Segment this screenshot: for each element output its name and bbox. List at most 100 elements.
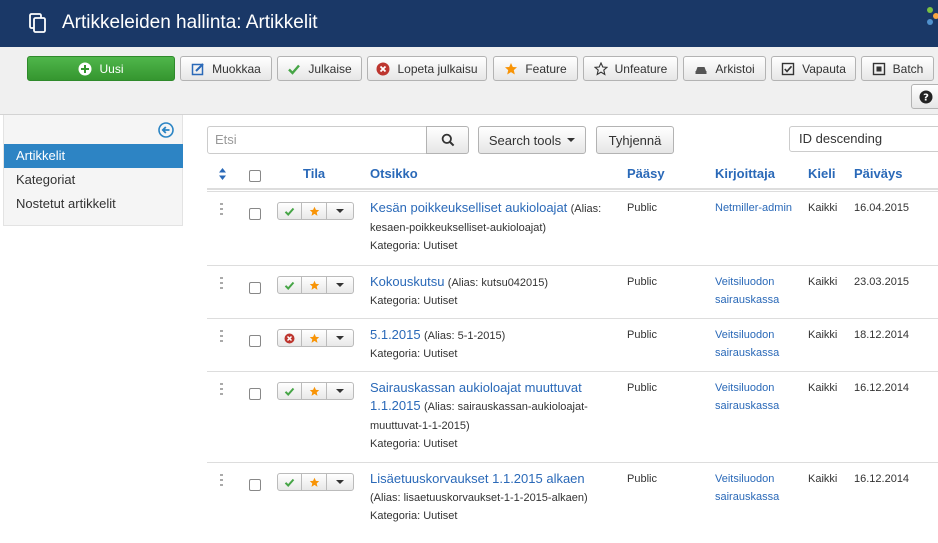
header-author[interactable]: Kirjoittaja: [715, 166, 775, 181]
article-title-link[interactable]: Kokouskutsu: [370, 274, 444, 289]
check-icon: [284, 387, 295, 396]
date-cell: 18.12.2014: [854, 329, 910, 341]
author-link[interactable]: Veitsiluodon sairauskassa: [715, 470, 785, 506]
drag-handle-icon[interactable]: [220, 474, 224, 486]
article-alias: (Alias: lisaetuuskorvaukset-1-1-2015-alk…: [370, 492, 588, 504]
clear-button[interactable]: Tyhjennä: [596, 126, 674, 154]
sort-icon[interactable]: [218, 167, 227, 181]
checkbox-icon: [781, 62, 795, 75]
batch-icon: [872, 62, 885, 75]
batch-button[interactable]: Batch: [861, 56, 934, 81]
question-icon: ?: [919, 90, 933, 103]
page-title: Artikkeleiden hallinta: Artikkelit: [62, 12, 318, 33]
article-title-block: 5.1.2015 (Alias: 5-1-2015) Kategoria: Uu…: [370, 326, 615, 363]
search-tools-button[interactable]: Search tools: [478, 126, 586, 154]
status-toggle-group: [277, 382, 354, 400]
article-category: Kategoria: Uutiset: [370, 295, 458, 307]
featured-toggle[interactable]: [302, 474, 327, 490]
header-status[interactable]: Tila: [303, 166, 325, 181]
date-cell: 23.03.2015: [854, 276, 910, 288]
publish-button[interactable]: Julkaise: [277, 56, 362, 81]
table-row: 5.1.2015 (Alias: 5-1-2015) Kategoria: Uu…: [207, 318, 938, 371]
joomla-logo[interactable]: [926, 6, 938, 26]
drag-handle-icon[interactable]: [220, 330, 224, 342]
actions-dropdown[interactable]: [327, 330, 353, 346]
unpublish-button[interactable]: Lopeta julkaisu: [367, 56, 487, 81]
row-checkbox[interactable]: [249, 479, 261, 491]
publish-toggle[interactable]: [278, 383, 302, 399]
arrow-left-circle-icon[interactable]: [158, 122, 174, 138]
select-all-checkbox[interactable]: [249, 170, 261, 182]
remove-circle-icon: [284, 333, 295, 343]
feature-button[interactable]: Feature: [493, 56, 578, 81]
header-access[interactable]: Pääsy: [627, 166, 665, 181]
search-input[interactable]: Etsi: [207, 126, 427, 154]
drag-handle-icon[interactable]: [220, 277, 224, 289]
status-toggle-group: [277, 329, 354, 347]
publish-label: Julkaise: [308, 61, 352, 76]
publish-toggle[interactable]: [278, 203, 302, 219]
publish-toggle[interactable]: [278, 330, 302, 346]
header-language[interactable]: Kieli: [808, 166, 835, 181]
search-icon: [441, 133, 454, 147]
archive-button[interactable]: Arkistoi: [683, 56, 766, 81]
actions-dropdown[interactable]: [327, 383, 353, 399]
toolbar: Uusi Muokkaa Julkaise Lopeta julkaisu Fe…: [0, 47, 938, 115]
actions-dropdown[interactable]: [327, 474, 353, 490]
publish-toggle[interactable]: [278, 474, 302, 490]
row-checkbox[interactable]: [249, 208, 261, 220]
sidebar-item-featured[interactable]: Nostetut artikkelit: [4, 192, 183, 216]
access-cell: Public: [627, 276, 657, 288]
header-title[interactable]: Otsikko: [370, 166, 418, 181]
row-checkbox[interactable]: [249, 335, 261, 347]
star-empty-icon: [593, 61, 608, 76]
row-checkbox[interactable]: [249, 282, 261, 294]
search-button[interactable]: [426, 126, 469, 154]
checkin-button[interactable]: Vapauta: [771, 56, 856, 81]
svg-text:?: ?: [923, 92, 929, 103]
header-date[interactable]: Päiväys: [854, 166, 902, 181]
author-link[interactable]: Veitsiluodon sairauskassa: [715, 326, 785, 362]
drag-handle-icon[interactable]: [220, 383, 224, 395]
article-title-link[interactable]: Kesän poikkeukselliset aukioloajat: [370, 200, 567, 215]
author-link[interactable]: Veitsiluodon sairauskassa: [715, 379, 785, 415]
edit-button[interactable]: Muokkaa: [180, 56, 272, 81]
author-link[interactable]: Netmiller-admin: [715, 199, 815, 217]
drag-handle-icon[interactable]: [220, 203, 224, 215]
date-cell: 16.12.2014: [854, 382, 910, 394]
access-cell: Public: [627, 202, 657, 214]
new-button[interactable]: Uusi: [27, 56, 175, 81]
feature-label: Feature: [525, 61, 567, 76]
article-category: Kategoria: Uutiset: [370, 240, 458, 252]
edit-label: Muokkaa: [212, 61, 261, 76]
article-title-link[interactable]: Lisäetuuskorvaukset 1.1.2015 alkaen: [370, 471, 585, 486]
star-icon: [309, 333, 319, 343]
featured-toggle[interactable]: [302, 383, 327, 399]
featured-toggle[interactable]: [302, 277, 327, 293]
row-checkbox[interactable]: [249, 388, 261, 400]
caret-down-icon: [336, 480, 344, 484]
help-button[interactable]: ?: [911, 84, 938, 109]
archive-label: Arkistoi: [715, 61, 755, 76]
featured-toggle[interactable]: [302, 203, 327, 219]
table-row: Kokouskutsu (Alias: kutsu042015) Kategor…: [207, 265, 938, 318]
sidebar-item-categories[interactable]: Kategoriat: [4, 168, 183, 192]
access-cell: Public: [627, 382, 657, 394]
article-title-block: Lisäetuuskorvaukset 1.1.2015 alkaen (Ali…: [370, 470, 615, 525]
star-icon: [309, 280, 319, 290]
sidebar-item-articles[interactable]: Artikkelit: [4, 144, 183, 168]
language-cell: Kaikki: [808, 473, 838, 485]
actions-dropdown[interactable]: [327, 277, 353, 293]
new-label: Uusi: [99, 61, 124, 76]
unfeature-button[interactable]: Unfeature: [583, 56, 678, 81]
check-icon: [284, 281, 295, 290]
publish-toggle[interactable]: [278, 277, 302, 293]
unpublish-label: Lopeta julkaisu: [397, 61, 478, 76]
actions-dropdown[interactable]: [327, 203, 353, 219]
article-title-link[interactable]: 5.1.2015: [370, 327, 421, 342]
featured-toggle[interactable]: [302, 330, 327, 346]
ordering-select[interactable]: ID descending: [789, 126, 938, 152]
author-link[interactable]: Veitsiluodon sairauskassa: [715, 273, 785, 309]
access-cell: Public: [627, 473, 657, 485]
star-icon: [505, 62, 518, 74]
